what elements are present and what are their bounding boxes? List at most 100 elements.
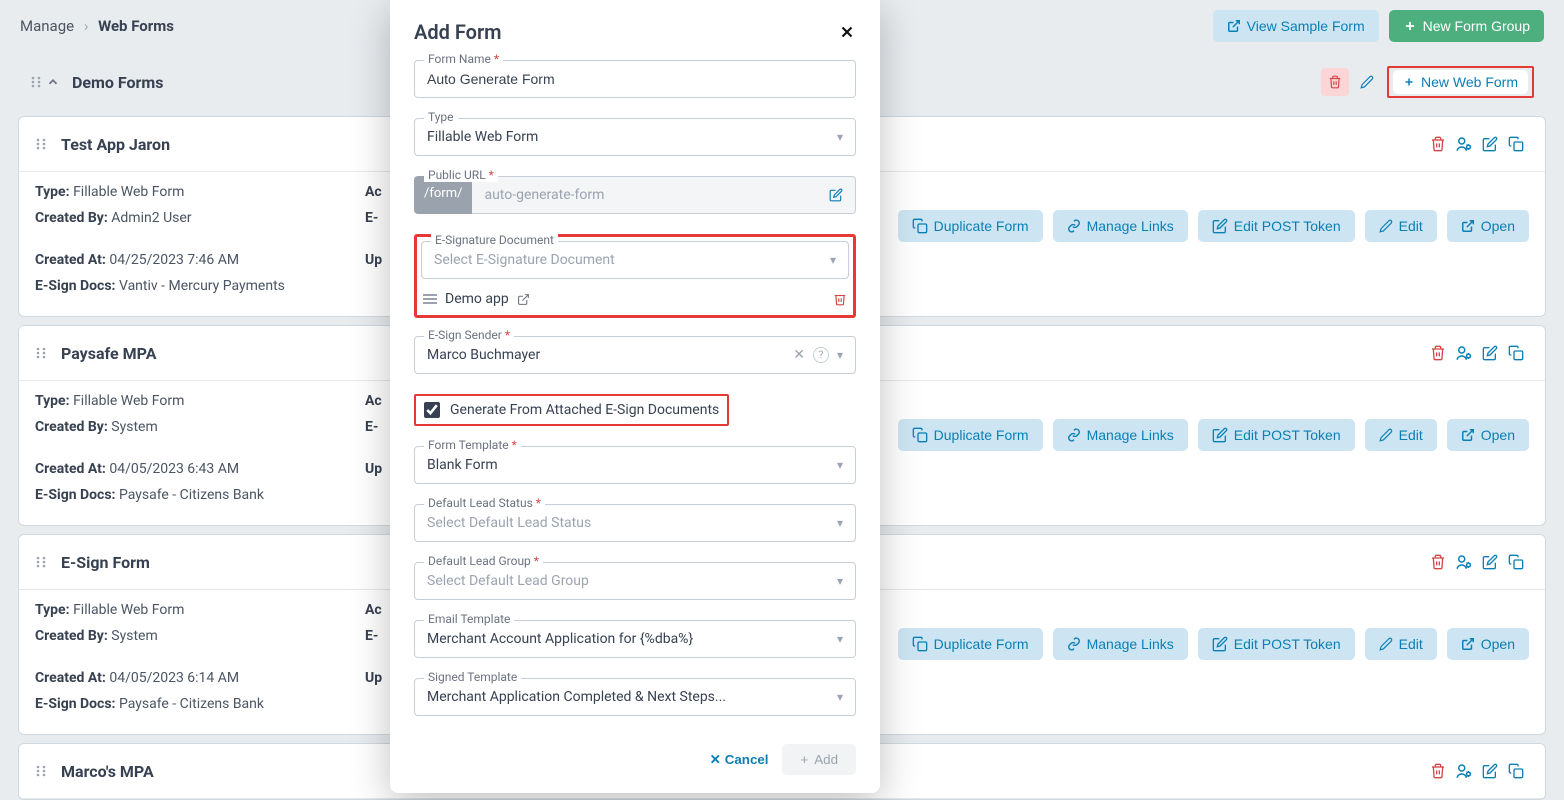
cancel-button[interactable]: ✕ Cancel <box>710 752 769 768</box>
drag-handle-icon[interactable] <box>423 294 437 304</box>
sender-value: Marco Buchmayer <box>427 347 540 363</box>
add-button[interactable]: + Add <box>782 744 856 775</box>
card-title: Paysafe MPA <box>61 344 156 363</box>
public-url-value: auto-generate-form <box>484 187 604 203</box>
external-link-icon <box>517 293 530 306</box>
signed-template-label: Signed Template <box>424 670 521 684</box>
copy-card-button[interactable] <box>1503 549 1529 575</box>
users-card-button[interactable] <box>1451 758 1477 784</box>
drag-handle-icon[interactable] <box>35 555 47 569</box>
plus-icon <box>1403 19 1417 33</box>
drag-handle-icon[interactable] <box>35 137 47 151</box>
esig-doc-label: E-Signature Document <box>431 233 558 247</box>
open-form-button[interactable]: Open <box>1447 210 1529 242</box>
users-card-button[interactable] <box>1451 340 1477 366</box>
clear-sender-button[interactable]: ✕ <box>793 347 805 363</box>
duplicate-form-button[interactable]: Duplicate Form <box>898 628 1043 660</box>
new-web-form-button[interactable]: New Web Form <box>1393 70 1528 94</box>
edit-form-button[interactable]: Edit <box>1365 210 1437 242</box>
pencil-square-icon <box>829 188 843 202</box>
delete-card-button[interactable] <box>1425 549 1451 575</box>
plus-icon <box>1403 76 1415 88</box>
generate-from-esign-checkbox[interactable] <box>424 402 440 418</box>
drag-handle-icon[interactable] <box>35 346 47 360</box>
generate-from-esign-label[interactable]: Generate From Attached E-Sign Documents <box>450 402 719 418</box>
type-label: Type <box>424 110 458 124</box>
edit-post-token-button[interactable]: Edit POST Token <box>1198 419 1355 451</box>
edit-form-button[interactable]: Edit <box>1365 419 1437 451</box>
new-web-form-label: New Web Form <box>1421 74 1518 90</box>
modal-close-button[interactable] <box>838 23 856 41</box>
delete-card-button[interactable] <box>1425 340 1451 366</box>
edit-card-button[interactable] <box>1477 131 1503 157</box>
form-template-value: Blank Form <box>427 457 498 473</box>
edit-card-button[interactable] <box>1477 758 1503 784</box>
drag-handle-icon[interactable] <box>35 764 47 778</box>
new-form-group-button[interactable]: New Form Group <box>1389 10 1544 42</box>
trash-icon <box>1328 75 1342 89</box>
breadcrumb-current: Web Forms <box>98 17 174 35</box>
cancel-label: Cancel <box>725 752 769 767</box>
new-form-group-label: New Form Group <box>1423 18 1530 34</box>
public-url-input[interactable]: auto-generate-form <box>472 176 856 214</box>
open-form-button[interactable]: Open <box>1447 419 1529 451</box>
copy-card-button[interactable] <box>1503 758 1529 784</box>
email-template-label: Email Template <box>424 612 514 626</box>
view-sample-form-button[interactable]: View Sample Form <box>1213 10 1379 42</box>
chevron-down-icon: ▾ <box>837 348 843 362</box>
edit-url-button[interactable] <box>829 188 843 202</box>
chevron-down-icon: ▾ <box>837 130 843 144</box>
chevron-down-icon: ▾ <box>837 516 843 530</box>
collapse-toggle-icon[interactable] <box>46 75 60 89</box>
esig-doc-item-name: Demo app <box>445 291 509 307</box>
lead-status-label: Default Lead Status * <box>424 496 545 510</box>
modal-title: Add Form <box>414 20 502 44</box>
chevron-down-icon: ▾ <box>837 458 843 472</box>
manage-links-button[interactable]: Manage Links <box>1053 419 1188 451</box>
public-url-label: Public URL * <box>424 168 498 182</box>
form-template-label: Form Template * <box>424 438 521 452</box>
edit-form-button[interactable]: Edit <box>1365 628 1437 660</box>
open-esig-doc-button[interactable] <box>517 293 530 306</box>
group-title: Demo Forms <box>72 73 164 92</box>
breadcrumb-separator: › <box>84 17 89 35</box>
lead-group-placeholder: Select Default Lead Group <box>427 573 589 589</box>
card-title: E-Sign Form <box>61 553 150 572</box>
edit-card-button[interactable] <box>1477 549 1503 575</box>
copy-card-button[interactable] <box>1503 131 1529 157</box>
delete-group-button[interactable] <box>1321 68 1349 96</box>
esig-doc-placeholder: Select E-Signature Document <box>434 252 615 268</box>
copy-card-button[interactable] <box>1503 340 1529 366</box>
manage-links-button[interactable]: Manage Links <box>1053 628 1188 660</box>
sender-label: E-Sign Sender * <box>424 328 514 342</box>
manage-links-button[interactable]: Manage Links <box>1053 210 1188 242</box>
add-label: Add <box>814 752 838 767</box>
edit-post-token-button[interactable]: Edit POST Token <box>1198 210 1355 242</box>
card-title: Marco's MPA <box>61 762 154 781</box>
delete-card-button[interactable] <box>1425 131 1451 157</box>
open-form-button[interactable]: Open <box>1447 628 1529 660</box>
external-link-icon <box>1227 19 1241 33</box>
duplicate-form-button[interactable]: Duplicate Form <box>898 210 1043 242</box>
delete-card-button[interactable] <box>1425 758 1451 784</box>
plus-icon: + <box>800 752 808 767</box>
chevron-down-icon: ▾ <box>830 253 836 267</box>
duplicate-form-button[interactable]: Duplicate Form <box>898 419 1043 451</box>
view-sample-form-label: View Sample Form <box>1247 18 1365 34</box>
email-template-value: Merchant Account Application for {%dba%} <box>427 631 693 647</box>
card-title: Test App Jaron <box>61 135 170 154</box>
drag-handle-icon[interactable] <box>30 75 42 89</box>
signed-template-value: Merchant Application Completed & Next St… <box>427 689 726 705</box>
users-card-button[interactable] <box>1451 131 1477 157</box>
users-card-button[interactable] <box>1451 549 1477 575</box>
lead-status-placeholder: Select Default Lead Status <box>427 515 591 531</box>
help-icon[interactable]: ? <box>813 347 829 363</box>
chevron-down-icon: ▾ <box>837 574 843 588</box>
type-select[interactable]: Fillable Web Form ▾ <box>414 118 856 156</box>
edit-post-token-button[interactable]: Edit POST Token <box>1198 628 1355 660</box>
chevron-down-icon: ▾ <box>837 632 843 646</box>
edit-group-button[interactable] <box>1353 68 1381 96</box>
edit-card-button[interactable] <box>1477 340 1503 366</box>
breadcrumb-root[interactable]: Manage <box>20 17 74 35</box>
remove-esig-doc-button[interactable] <box>833 292 847 306</box>
